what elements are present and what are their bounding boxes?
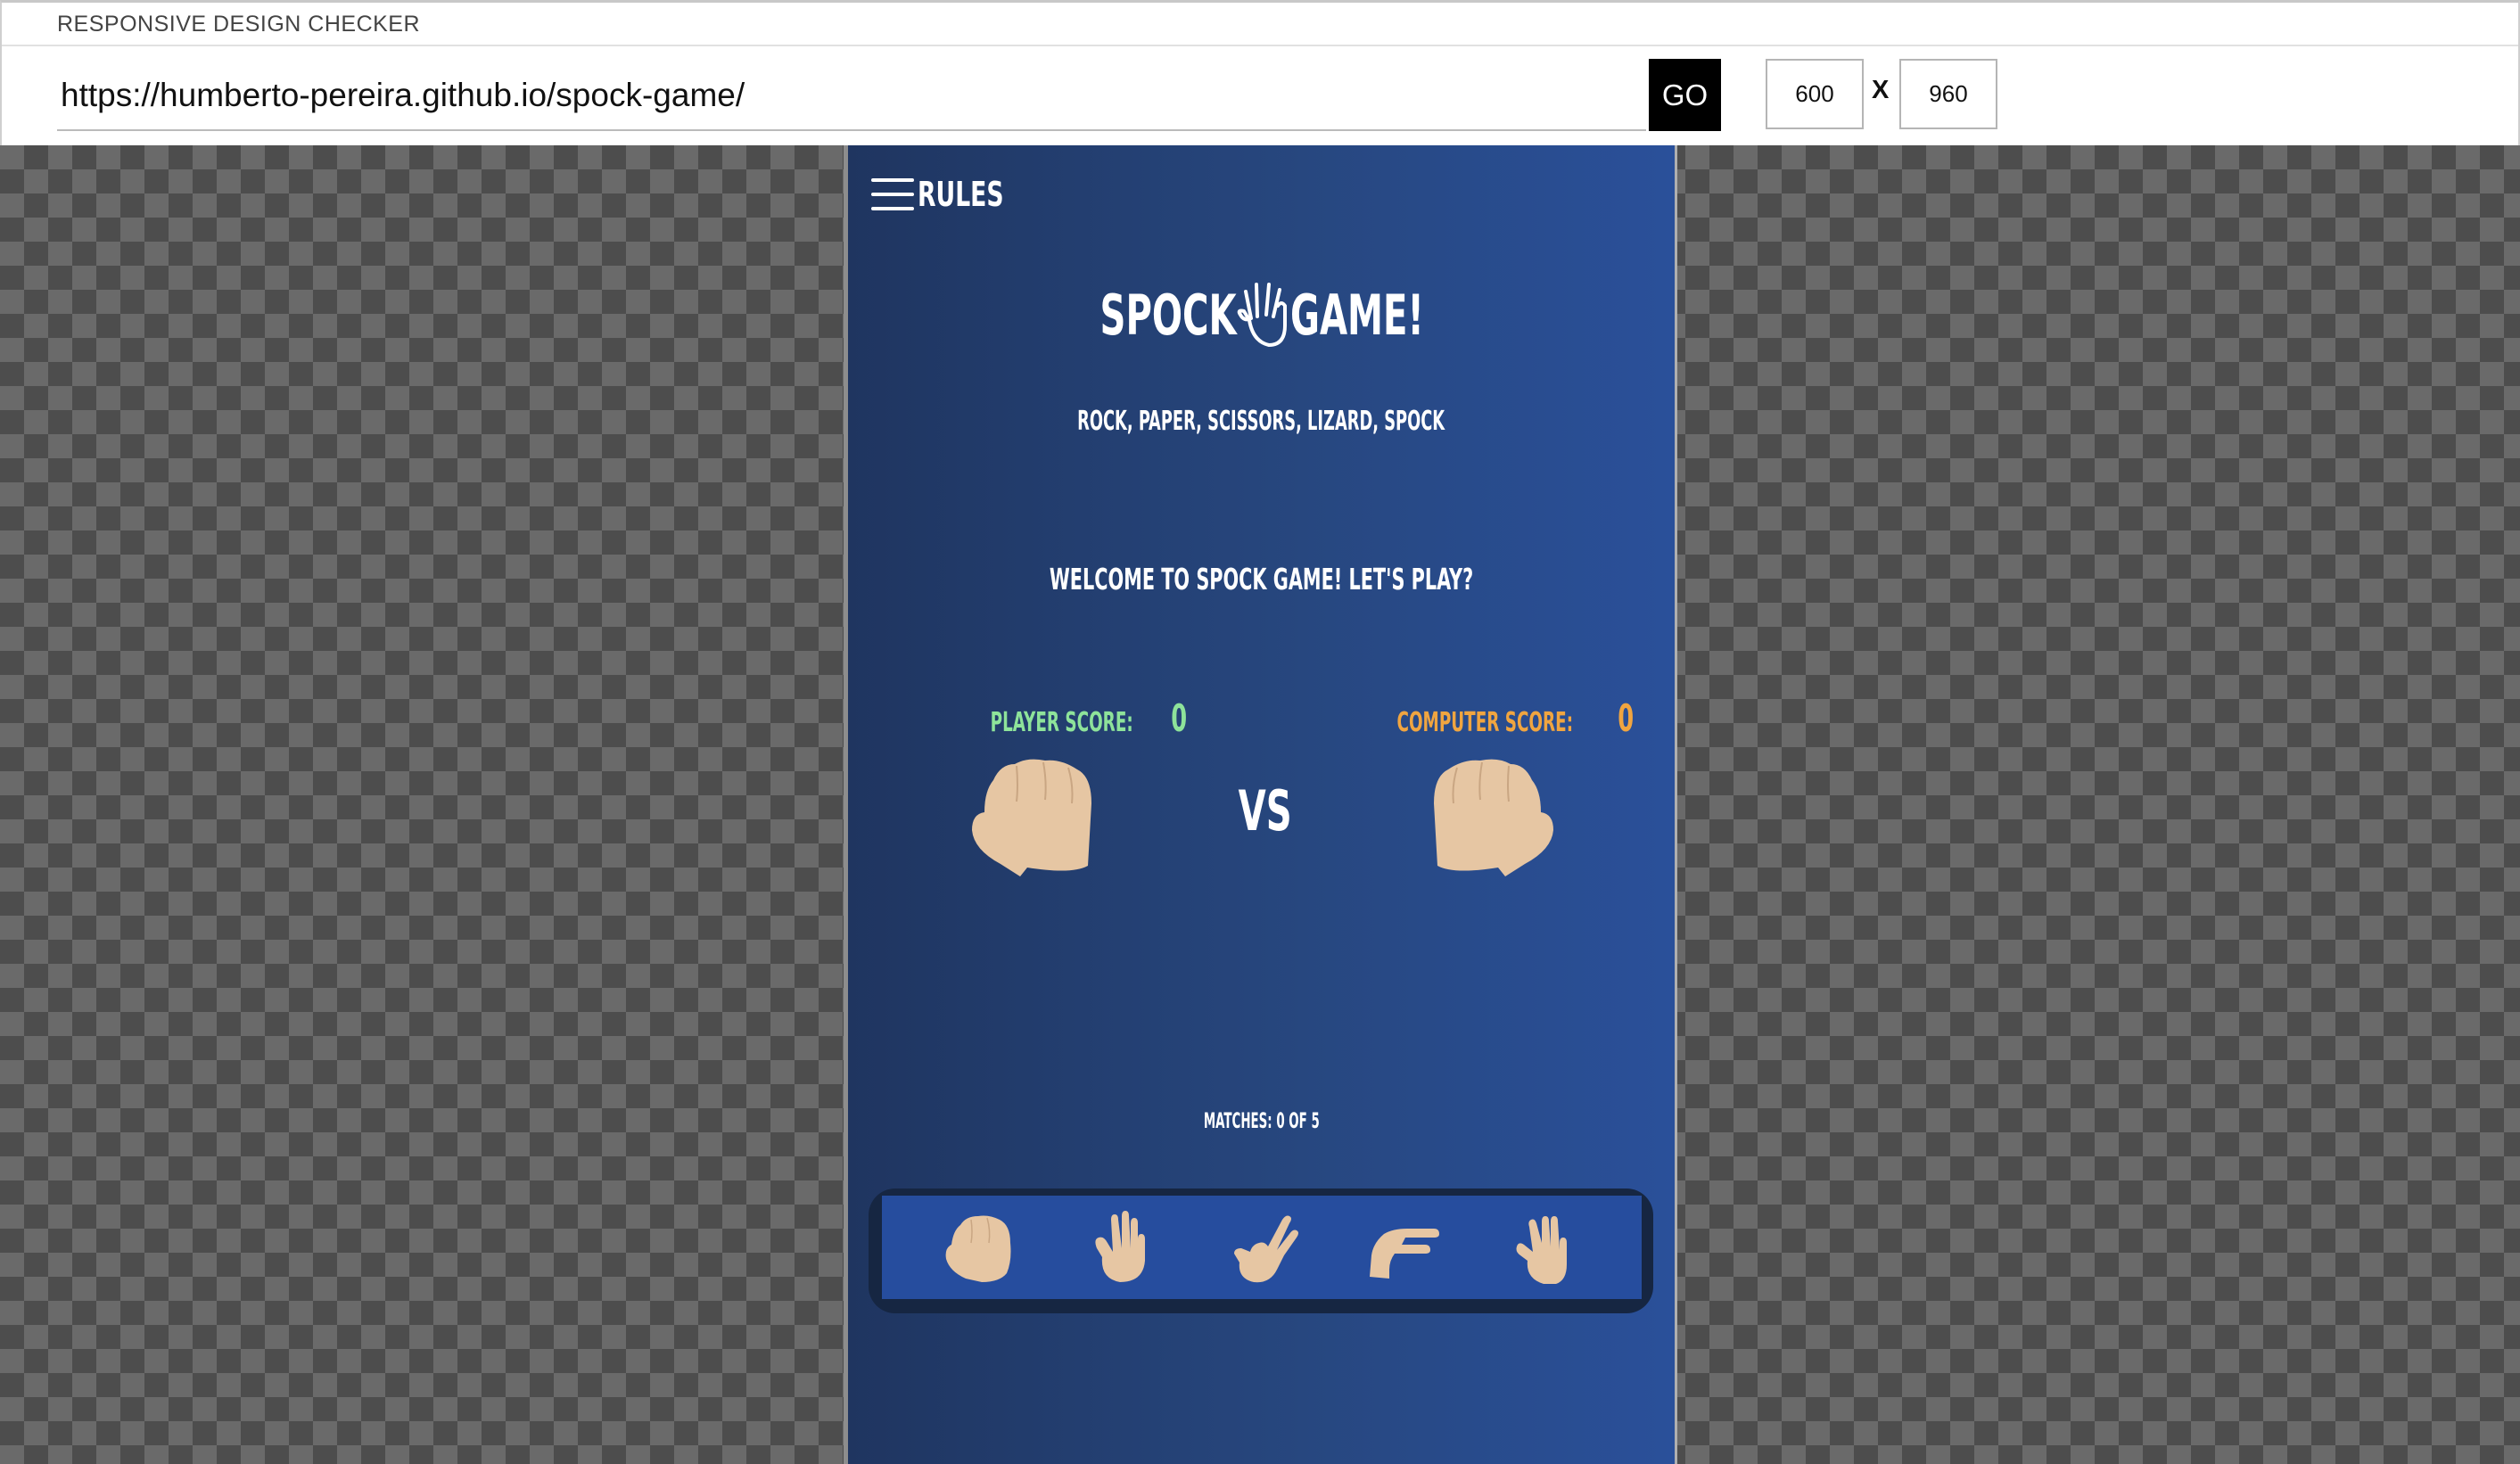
- player-score: PLAYER SCORE: 0: [895, 696, 1252, 740]
- choices-bar: [882, 1196, 1642, 1299]
- lizard-button[interactable]: [1354, 1203, 1452, 1292]
- player-score-label: PLAYER SCORE:: [990, 707, 1133, 738]
- rock-button[interactable]: [930, 1203, 1028, 1292]
- go-button[interactable]: GO: [1649, 59, 1721, 131]
- vs-label: VS: [1238, 778, 1292, 843]
- checker-toolbar: RESPONSIVE DESIGN CHECKER GO X: [0, 0, 2520, 145]
- computer-score: COMPUTER SCORE: 0: [1318, 696, 1675, 740]
- height-input[interactable]: [1899, 59, 1997, 129]
- matches-text: MATCHES: 0 OF 5: [1203, 1108, 1320, 1133]
- title-word-spock: SPOCK: [1099, 282, 1237, 348]
- computer-rock-hand-icon: [1434, 759, 1553, 876]
- hamburger-icon: [871, 178, 914, 210]
- subtitle-text: ROCK, PAPER, SCISSORS, LIZARD, SPOCK: [1077, 406, 1445, 437]
- title-word-game: GAME!: [1289, 282, 1424, 348]
- game-subtitle: ROCK, PAPER, SCISSORS, LIZARD, SPOCK: [848, 406, 1675, 437]
- rock-hand-icon: [945, 1215, 1011, 1282]
- url-input[interactable]: [57, 62, 1646, 131]
- lizard-hand-icon: [1370, 1229, 1440, 1279]
- computer-score-value: 0: [1618, 696, 1635, 740]
- welcome-text: WELCOME TO SPOCK GAME! LET'S PLAY?: [1049, 562, 1474, 596]
- spock-salute-icon: [1237, 283, 1287, 347]
- spock-hand-icon: [1516, 1216, 1567, 1284]
- scissors-button[interactable]: [1213, 1203, 1311, 1292]
- matches-counter: MATCHES: 0 OF 5: [848, 1108, 1675, 1133]
- divider: [2, 45, 2518, 46]
- spock-button[interactable]: [1495, 1203, 1594, 1292]
- player-score-value: 0: [1170, 696, 1187, 740]
- rules-label: RULES: [918, 175, 1004, 214]
- scissors-hand-icon: [1233, 1215, 1298, 1283]
- rules-menu-button[interactable]: RULES: [871, 172, 1028, 217]
- game-title: SPOCK GAME!: [848, 270, 1675, 359]
- app-title: RESPONSIVE DESIGN CHECKER: [57, 12, 421, 37]
- computer-score-label: COMPUTER SCORE:: [1396, 707, 1573, 738]
- paper-hand-icon: [1094, 1211, 1145, 1282]
- dimension-separator: X: [1872, 76, 1890, 104]
- welcome-message: WELCOME TO SPOCK GAME! LET'S PLAY?: [848, 562, 1675, 596]
- paper-button[interactable]: [1072, 1203, 1170, 1292]
- device-viewport[interactable]: RULES SPOCK GAME! ROCK, PAPER, SCISSORS,…: [844, 145, 1677, 1464]
- width-input[interactable]: [1766, 59, 1864, 129]
